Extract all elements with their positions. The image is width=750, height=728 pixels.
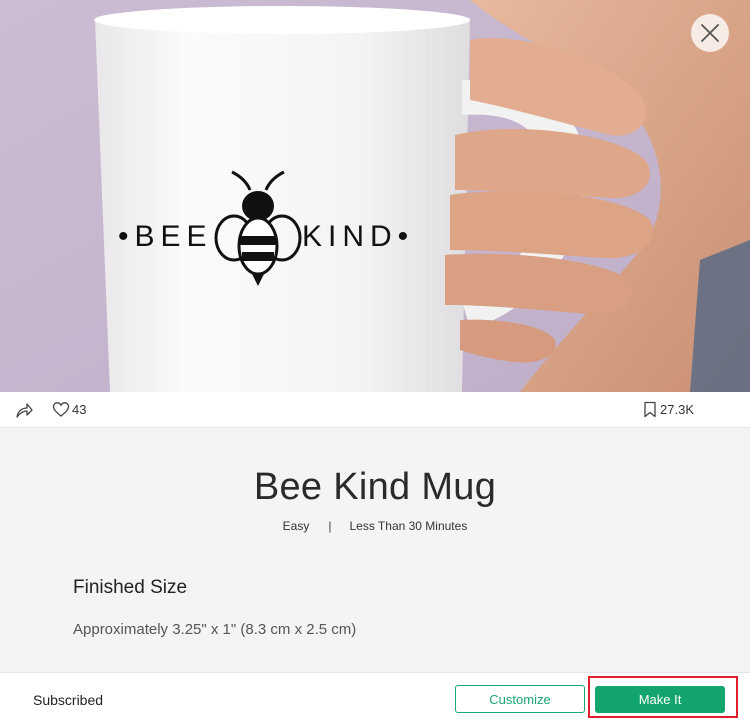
customize-button[interactable]: Customize: [455, 685, 585, 713]
carousel-dot-2[interactable]: [372, 12, 382, 22]
make-it-button[interactable]: Make It: [595, 686, 725, 713]
svg-text:KIND•: KIND•: [302, 220, 414, 253]
meta-separator: |: [328, 519, 332, 533]
save-count: 27.3K: [660, 402, 694, 417]
finished-size-heading: Finished Size: [73, 577, 188, 598]
heart-icon: [52, 402, 70, 417]
bookmark-icon: [644, 401, 656, 418]
svg-text:•BEE: •BEE: [118, 220, 213, 253]
save-button[interactable]: 27.3K: [643, 401, 694, 418]
project-title: Bee Kind Mug: [253, 466, 497, 508]
share-button[interactable]: [15, 401, 33, 419]
project-meta: Easy | Less Than 30 Minutes: [0, 519, 750, 533]
close-button[interactable]: [691, 14, 729, 52]
project-actions-bar: 43 27.3K: [0, 392, 750, 428]
carousel-dot-1[interactable]: [354, 12, 364, 22]
project-footer: Subscribed Customize Make It: [0, 672, 750, 728]
mug-photo: •BEE KIND•: [0, 0, 750, 392]
subscription-status: Subscribed: [33, 692, 104, 708]
project-hero-image: •BEE KIND•: [0, 0, 750, 392]
close-icon: [701, 24, 719, 42]
share-icon: [16, 403, 33, 418]
duration-label: Less Than 30 Minutes: [349, 519, 468, 533]
carousel-indicator: [354, 12, 382, 22]
like-count: 43: [72, 402, 87, 417]
like-button[interactable]: 43: [52, 401, 86, 418]
difficulty-label: Easy: [282, 519, 310, 533]
finished-size-text: Approximately 3.25" x 1" (8.3 cm x 2.5 c…: [73, 621, 357, 638]
